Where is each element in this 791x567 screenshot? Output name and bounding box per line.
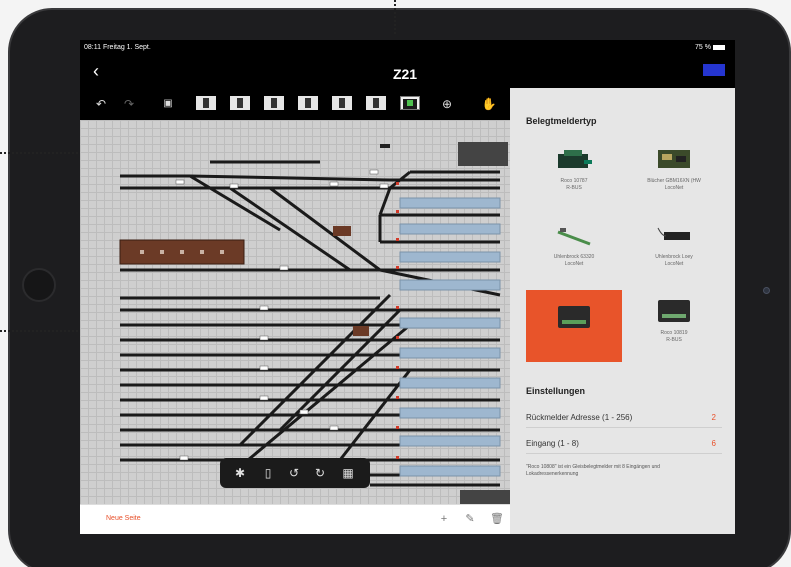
device-image bbox=[558, 306, 590, 328]
pencil-icon[interactable]: ✎ bbox=[464, 513, 476, 525]
detector-grid: Roco 10787 R-BUS Blücher GBM16XN (HW Loc… bbox=[526, 138, 722, 366]
track-piece-feedback[interactable] bbox=[400, 96, 420, 110]
annotation-line-top bbox=[394, 0, 396, 34]
floating-edit-toolbar: ✱ ▯ ↺ ↻ ▦ bbox=[220, 458, 370, 488]
address-value[interactable]: 2 bbox=[712, 413, 716, 422]
detector-label: Uhlenbrock Loey LocoNet bbox=[655, 254, 693, 267]
detector-label: Roco 10819 R-BUS bbox=[660, 330, 688, 343]
trash-icon[interactable]: ▯ bbox=[260, 465, 276, 481]
track-piece-straight[interactable] bbox=[196, 96, 216, 110]
target-icon[interactable]: ⊕ bbox=[438, 96, 456, 112]
toolbar: ↶ ↷ ▣ ⊕ ✋ bbox=[80, 88, 510, 120]
address-label: Rückmelder Adresse (1 - 256) bbox=[526, 413, 633, 422]
detector-option-roco-10819[interactable]: Roco 10819 R-BUS bbox=[626, 290, 722, 362]
done-button[interactable] bbox=[703, 64, 725, 76]
device-image bbox=[657, 227, 690, 240]
battery-icon bbox=[713, 44, 725, 50]
home-button bbox=[22, 268, 56, 302]
input-label: Eingang (1 - 8) bbox=[526, 439, 579, 448]
detector-option-uhlenbrock-63320[interactable]: Uhlenbrock 63320 LocoNet bbox=[526, 214, 622, 286]
track-piece-end[interactable] bbox=[366, 96, 386, 110]
detector-option-roco-10808-selected[interactable] bbox=[526, 290, 622, 362]
photo-stage: 08:11 Freitag 1. Sept. 75 % ‹ Z21 ↶ ↷ ▣ … bbox=[0, 0, 791, 567]
settings-heading: Einstellungen bbox=[526, 386, 586, 396]
device-image bbox=[557, 228, 591, 246]
track-piece-signal[interactable] bbox=[230, 96, 250, 110]
status-battery: 75 % bbox=[695, 44, 725, 51]
track-piece-switch[interactable] bbox=[264, 96, 284, 110]
panel-heading: Belegtmeldertyp bbox=[526, 116, 597, 126]
trash-icon[interactable]: 🗑 bbox=[490, 513, 504, 525]
detector-note: "Roco 10808" ist ein Gleisbelegtmelder m… bbox=[526, 464, 660, 477]
undo-icon[interactable]: ↶ bbox=[92, 96, 110, 112]
input-value[interactable]: 6 bbox=[712, 439, 716, 448]
chevron-left-icon[interactable]: ‹ bbox=[93, 62, 99, 80]
track-piece-curve[interactable] bbox=[298, 96, 318, 110]
rotate-left-icon[interactable]: ↺ bbox=[286, 465, 302, 481]
detector-option-bluecher[interactable]: Blücher GBM16XN (HW LocoNet bbox=[626, 138, 722, 210]
bottom-bar: Neue Seite + ✎ 🗑 bbox=[80, 504, 510, 534]
detector-option-uhlenbrock-loey[interactable]: Uhlenbrock Loey LocoNet bbox=[626, 214, 722, 286]
gear-icon[interactable]: ✱ bbox=[232, 465, 248, 481]
status-bar: 08:11 Freitag 1. Sept. 75 % bbox=[80, 40, 735, 54]
save-icon[interactable]: ▣ bbox=[160, 96, 176, 112]
device-image bbox=[658, 150, 690, 168]
address-row[interactable]: Rückmelder Adresse (1 - 256) 2 bbox=[526, 408, 722, 428]
grid-icon[interactable]: ▦ bbox=[340, 465, 356, 481]
detector-type-panel: Belegtmeldertyp Roco 10787 R-BUS Blücher… bbox=[510, 88, 735, 534]
detector-option-roco-10787[interactable]: Roco 10787 R-BUS bbox=[526, 138, 622, 210]
input-row[interactable]: Eingang (1 - 8) 6 bbox=[526, 434, 722, 454]
detector-label: Uhlenbrock 63320 LocoNet bbox=[553, 254, 595, 267]
hand-icon[interactable]: ✋ bbox=[480, 96, 498, 112]
rotate-right-icon[interactable]: ↻ bbox=[312, 465, 328, 481]
camera-dot bbox=[763, 287, 770, 294]
device-image bbox=[558, 150, 592, 168]
device-image bbox=[658, 300, 690, 322]
track-plan-canvas[interactable] bbox=[80, 120, 510, 504]
status-time: 08:11 Freitag 1. Sept. bbox=[84, 44, 151, 51]
redo-icon[interactable]: ↷ bbox=[120, 96, 138, 112]
detector-label: Roco 10787 R-BUS bbox=[560, 178, 588, 191]
app-screen: 08:11 Freitag 1. Sept. 75 % ‹ Z21 ↶ ↷ ▣ … bbox=[80, 40, 735, 534]
page-title: Z21 bbox=[392, 66, 418, 82]
detector-label: Blücher GBM16XN (HW LocoNet bbox=[647, 178, 701, 191]
plus-icon[interactable]: + bbox=[438, 513, 450, 525]
new-page-link[interactable]: Neue Seite bbox=[106, 515, 141, 522]
track-plan-drawing bbox=[119, 142, 510, 504]
battery-percent: 75 % bbox=[695, 44, 711, 51]
nav-bar: ‹ Z21 bbox=[80, 54, 735, 88]
track-piece-crossing[interactable] bbox=[332, 96, 352, 110]
